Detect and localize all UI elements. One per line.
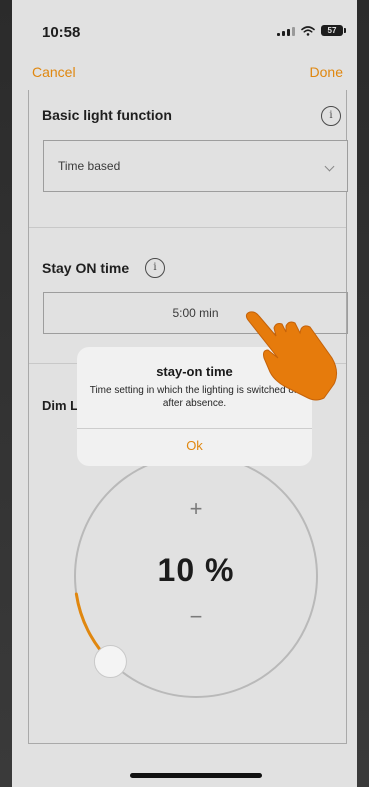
hand-pointer-icon — [245, 311, 338, 401]
done-button[interactable]: Done — [310, 64, 343, 80]
chevron-down-icon — [324, 161, 335, 172]
screenshot-stage: 10:58 57 Cancel Done Basic light functio… — [0, 0, 369, 787]
dim-dial[interactable]: + 10 % − — [72, 452, 320, 700]
dim-level-value: 10 % — [157, 552, 235, 588]
basic-light-info-icon[interactable]: i — [321, 106, 341, 126]
battery-icon: 57 — [321, 25, 346, 36]
left-frame-strip — [0, 0, 12, 787]
dial-knob — [93, 645, 127, 679]
dim-level-title: Dim L — [42, 398, 79, 413]
status-bar: 10:58 57 — [12, 0, 357, 56]
basic-light-select[interactable]: Time based — [43, 140, 348, 192]
decrease-dim-button[interactable]: − — [72, 604, 320, 630]
stay-on-info-icon[interactable]: i — [145, 258, 165, 278]
signal-icon — [277, 26, 295, 36]
basic-light-title: Basic light function — [42, 107, 172, 123]
status-icons: 57 — [277, 25, 346, 36]
cancel-button[interactable]: Cancel — [32, 64, 76, 80]
alert-ok-button[interactable]: Ok — [77, 429, 312, 466]
phone-screen: 10:58 57 Cancel Done Basic light functio… — [12, 0, 357, 787]
stay-on-title: Stay ON time — [42, 260, 130, 276]
home-indicator[interactable] — [130, 773, 262, 778]
nav-bar: Cancel Done — [12, 62, 357, 86]
basic-light-selected-value: Time based — [58, 159, 121, 173]
section-divider — [29, 227, 346, 228]
right-frame-strip — [357, 0, 369, 787]
increase-dim-button[interactable]: + — [72, 496, 320, 522]
wifi-icon — [301, 25, 315, 36]
status-time: 10:58 — [42, 24, 81, 41]
